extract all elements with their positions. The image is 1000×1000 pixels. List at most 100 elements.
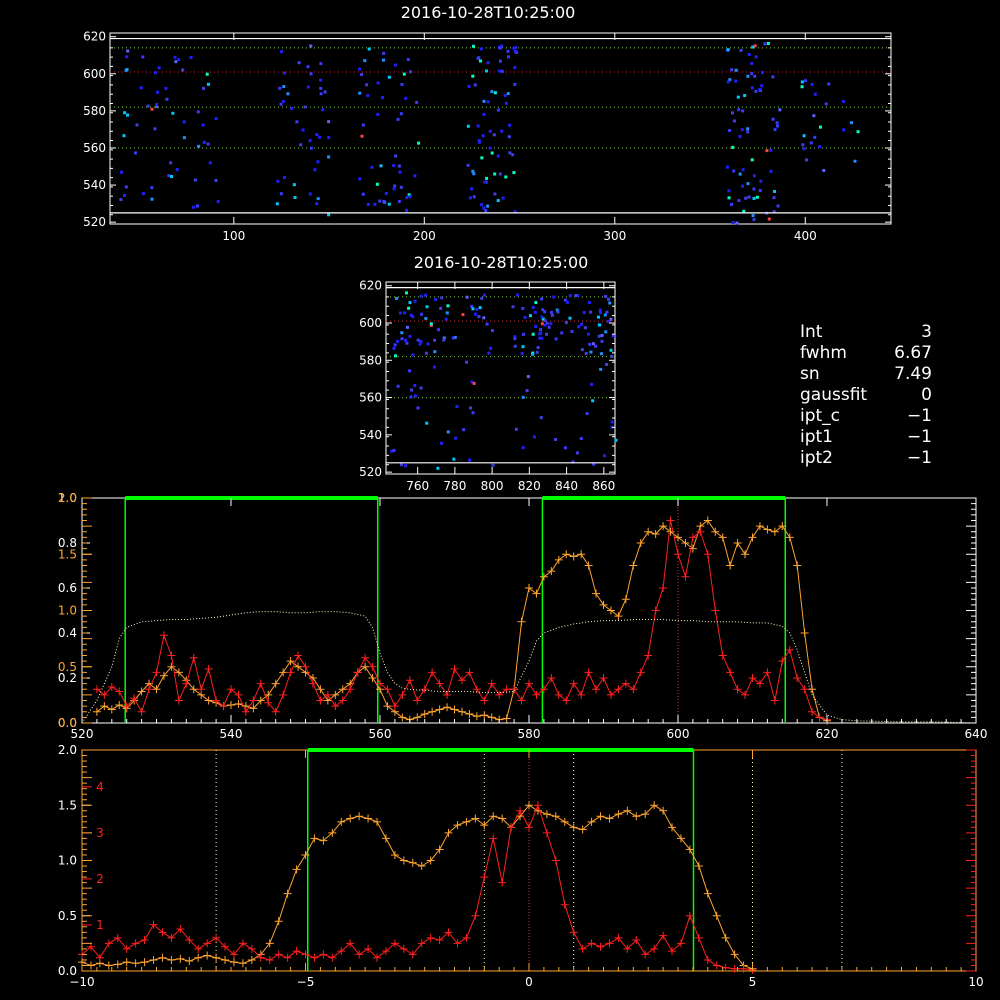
red-data-point [328,953,337,962]
orange-data-point [420,710,429,718]
intensity-pixel [726,48,730,52]
intensity-pixel [405,196,409,200]
intensity-pixel [366,202,370,206]
intensity-pixel [319,62,323,66]
intensity-pixel [173,55,177,59]
red-data-point [182,679,191,688]
intensity-pixel [732,169,736,173]
intensity-pixel [589,350,593,354]
red-data-point [227,685,235,694]
intensity-pixel [553,438,557,442]
intensity-pixel [497,69,501,73]
intensity-pixel [398,170,402,174]
intensity-pixel [827,82,831,86]
intensity-pixel [465,360,469,364]
orange-data-point [131,959,140,968]
y-tick-label: 1.0 [58,854,77,868]
red-data-point [310,953,319,962]
intensity-pixel [434,298,438,302]
intensity-pixel [776,204,780,208]
intensity-pixel [181,68,185,72]
intensity-pixel [316,160,320,164]
x-tick-label: 840 [555,479,578,493]
red-data-point [578,944,587,953]
intensity-pixel [591,342,595,346]
intensity-pixel [490,329,494,333]
intensity-pixel [175,168,179,172]
intensity-pixel [202,86,206,90]
intensity-pixel [750,72,754,76]
orange-data-point [381,834,390,843]
intensity-pixel [468,458,472,462]
intensity-pixel [419,294,423,298]
orange-data-point [443,703,452,712]
x-tick-label: 800 [481,479,504,493]
intensity-pixel [358,177,362,181]
intensity-pixel [752,187,756,191]
intensity-pixel [197,144,201,148]
intensity-pixel [437,328,441,332]
intensity-pixel [471,74,475,78]
intensity-pixel [856,130,860,134]
orange-data-point [368,674,377,682]
red-data-point [547,674,556,682]
window-bar [307,748,694,752]
intensity-pixel [759,179,763,183]
intensity-pixel [442,338,446,342]
intensity-pixel [604,294,608,298]
intensity-pixel [556,310,560,314]
red-data-point [739,964,748,973]
intensity-pixel [534,301,538,305]
intensity-pixel [521,306,525,310]
red-data-point [596,942,605,951]
intensity-pixel [752,218,756,222]
y-tick-label: 560 [359,391,382,405]
intensity-pixel [308,192,312,196]
intensity-pixel [734,68,738,72]
intensity-pixel [750,61,754,65]
intensity-pixel [480,156,484,160]
intensity-pixel [408,334,412,338]
intensity-pixel [479,203,483,207]
intensity-pixel [309,44,313,48]
intensity-pixel [771,75,775,79]
intensity-pixel [303,105,307,109]
plot-frame [81,497,977,724]
orange-data-point [140,958,149,967]
intensity-pixel [540,322,544,326]
orange-data-point [383,702,392,711]
intensity-pixel [171,111,175,115]
intensity-pixel [600,352,604,356]
intensity-pixel [730,68,734,72]
intensity-pixel [124,68,128,72]
orange-data-point [316,685,325,694]
intensity-pixel [174,60,178,64]
intensity-pixel [513,66,517,70]
intensity-pixel [775,121,779,125]
y-tick-label: 1.5 [58,798,77,812]
intensity-pixel [400,331,404,335]
intensity-pixel [802,134,806,138]
intensity-pixel [751,45,755,49]
intensity-pixel [579,437,583,441]
x-tick-label: 0 [525,975,533,989]
intensity-pixel [433,338,437,342]
intensity-pixel [429,322,433,326]
intensity-pixel [513,82,517,86]
red-data-point [592,685,601,694]
red-data-point [286,668,295,677]
intensity-pixel [577,325,581,329]
red-data-point [650,944,659,953]
orange-data-point [247,955,256,964]
red-data-point [204,665,213,673]
y-tick-label-orange: 1.0 [58,604,77,618]
centered-profile-plot-panel: −10 −5 0 5 100.00.51.01.52.01234 [58,743,984,989]
red-data-point [785,645,794,654]
intensity-pixel [468,196,472,200]
intensity-pixel [538,332,542,336]
orange-data-point [480,711,489,720]
intensity-pixel [361,192,365,196]
intensity-pixel [360,134,364,138]
red-data-point [741,690,750,699]
orange-data-point [785,533,794,542]
